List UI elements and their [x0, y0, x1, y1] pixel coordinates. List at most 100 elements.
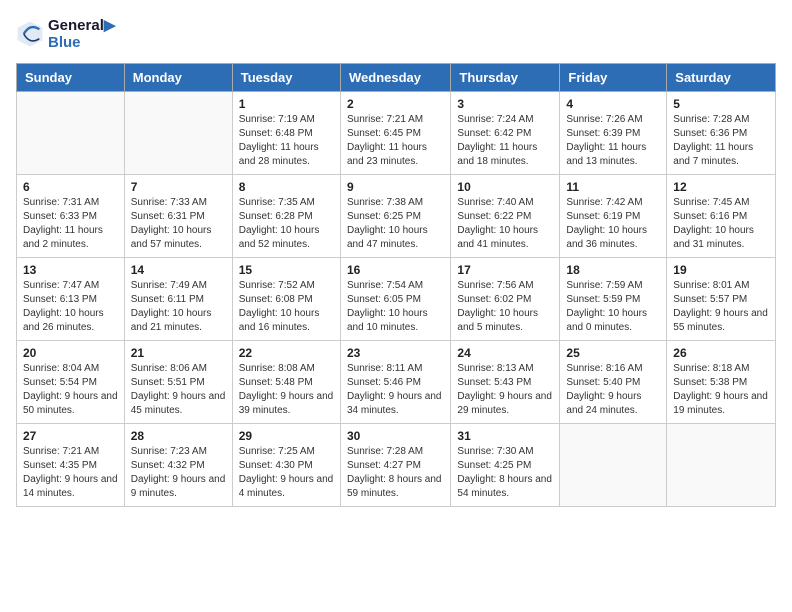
weekday-header-wednesday: Wednesday	[340, 64, 450, 92]
day-number: 31	[457, 429, 553, 443]
calendar-cell: 14 Sunrise: 7:49 AM Sunset: 6:11 PM Dayli…	[124, 258, 232, 341]
day-info: Sunrise: 8:06 AM Sunset: 5:51 PM Dayligh…	[131, 362, 226, 418]
calendar-cell: 29 Sunrise: 7:25 AM Sunset: 4:30 PM Dayli…	[232, 424, 340, 507]
day-number: 23	[347, 346, 444, 360]
day-info: Sunrise: 7:28 AM Sunset: 4:27 PM Dayligh…	[347, 445, 444, 501]
calendar-cell: 2 Sunrise: 7:21 AM Sunset: 6:45 PM Daylig…	[340, 92, 450, 175]
day-number: 3	[457, 97, 553, 111]
calendar-week-5: 27 Sunrise: 7:21 AM Sunset: 4:35 PM Dayli…	[17, 424, 776, 507]
day-number: 26	[673, 346, 769, 360]
calendar-cell: 24 Sunrise: 8:13 AM Sunset: 5:43 PM Dayli…	[451, 341, 560, 424]
day-info: Sunrise: 7:42 AM Sunset: 6:19 PM Dayligh…	[566, 196, 660, 252]
calendar-cell	[124, 92, 232, 175]
calendar-cell	[667, 424, 776, 507]
day-info: Sunrise: 8:08 AM Sunset: 5:48 PM Dayligh…	[239, 362, 334, 418]
day-number: 13	[23, 263, 118, 277]
calendar-cell: 26 Sunrise: 8:18 AM Sunset: 5:38 PM Dayli…	[667, 341, 776, 424]
calendar-cell: 12 Sunrise: 7:45 AM Sunset: 6:16 PM Dayli…	[667, 175, 776, 258]
day-info: Sunrise: 8:11 AM Sunset: 5:46 PM Dayligh…	[347, 362, 444, 418]
day-info: Sunrise: 7:25 AM Sunset: 4:30 PM Dayligh…	[239, 445, 334, 501]
day-info: Sunrise: 7:19 AM Sunset: 6:48 PM Dayligh…	[239, 113, 334, 169]
day-info: Sunrise: 8:18 AM Sunset: 5:38 PM Dayligh…	[673, 362, 769, 418]
logo-text: General▶ Blue	[48, 16, 115, 51]
day-number: 28	[131, 429, 226, 443]
day-number: 20	[23, 346, 118, 360]
day-info: Sunrise: 7:21 AM Sunset: 6:45 PM Dayligh…	[347, 113, 444, 169]
day-number: 2	[347, 97, 444, 111]
calendar-week-2: 6 Sunrise: 7:31 AM Sunset: 6:33 PM Daylig…	[17, 175, 776, 258]
day-info: Sunrise: 8:04 AM Sunset: 5:54 PM Dayligh…	[23, 362, 118, 418]
day-info: Sunrise: 7:54 AM Sunset: 6:05 PM Dayligh…	[347, 279, 444, 335]
day-number: 9	[347, 180, 444, 194]
day-info: Sunrise: 7:28 AM Sunset: 6:36 PM Dayligh…	[673, 113, 769, 169]
day-info: Sunrise: 7:23 AM Sunset: 4:32 PM Dayligh…	[131, 445, 226, 501]
calendar-cell: 22 Sunrise: 8:08 AM Sunset: 5:48 PM Dayli…	[232, 341, 340, 424]
day-info: Sunrise: 7:49 AM Sunset: 6:11 PM Dayligh…	[131, 279, 226, 335]
day-number: 7	[131, 180, 226, 194]
page-header: General▶ Blue	[16, 16, 776, 51]
day-info: Sunrise: 7:30 AM Sunset: 4:25 PM Dayligh…	[457, 445, 553, 501]
day-info: Sunrise: 8:16 AM Sunset: 5:40 PM Dayligh…	[566, 362, 660, 418]
weekday-header-monday: Monday	[124, 64, 232, 92]
day-number: 15	[239, 263, 334, 277]
weekday-header-saturday: Saturday	[667, 64, 776, 92]
calendar-cell: 18 Sunrise: 7:59 AM Sunset: 5:59 PM Dayli…	[560, 258, 667, 341]
day-number: 24	[457, 346, 553, 360]
day-info: Sunrise: 7:47 AM Sunset: 6:13 PM Dayligh…	[23, 279, 118, 335]
day-number: 14	[131, 263, 226, 277]
day-number: 19	[673, 263, 769, 277]
day-info: Sunrise: 8:13 AM Sunset: 5:43 PM Dayligh…	[457, 362, 553, 418]
logo: General▶ Blue	[16, 16, 115, 51]
calendar-cell: 31 Sunrise: 7:30 AM Sunset: 4:25 PM Dayli…	[451, 424, 560, 507]
day-info: Sunrise: 7:45 AM Sunset: 6:16 PM Dayligh…	[673, 196, 769, 252]
day-number: 10	[457, 180, 553, 194]
day-number: 8	[239, 180, 334, 194]
calendar-cell: 5 Sunrise: 7:28 AM Sunset: 6:36 PM Daylig…	[667, 92, 776, 175]
calendar-cell: 17 Sunrise: 7:56 AM Sunset: 6:02 PM Dayli…	[451, 258, 560, 341]
day-info: Sunrise: 7:26 AM Sunset: 6:39 PM Dayligh…	[566, 113, 660, 169]
weekday-header-row: SundayMondayTuesdayWednesdayThursdayFrid…	[17, 64, 776, 92]
calendar-cell: 7 Sunrise: 7:33 AM Sunset: 6:31 PM Daylig…	[124, 175, 232, 258]
day-info: Sunrise: 7:33 AM Sunset: 6:31 PM Dayligh…	[131, 196, 226, 252]
day-info: Sunrise: 7:59 AM Sunset: 5:59 PM Dayligh…	[566, 279, 660, 335]
day-number: 5	[673, 97, 769, 111]
day-number: 25	[566, 346, 660, 360]
day-info: Sunrise: 7:24 AM Sunset: 6:42 PM Dayligh…	[457, 113, 553, 169]
calendar-cell: 13 Sunrise: 7:47 AM Sunset: 6:13 PM Dayli…	[17, 258, 125, 341]
calendar-cell: 25 Sunrise: 8:16 AM Sunset: 5:40 PM Dayli…	[560, 341, 667, 424]
calendar-cell: 15 Sunrise: 7:52 AM Sunset: 6:08 PM Dayli…	[232, 258, 340, 341]
calendar-cell: 30Sunrise: 7:28 AM Sunset: 4:27 PM Dayli…	[340, 424, 450, 507]
logo-icon	[16, 20, 44, 48]
day-info: Sunrise: 7:35 AM Sunset: 6:28 PM Dayligh…	[239, 196, 334, 252]
day-info: Sunrise: 7:31 AM Sunset: 6:33 PM Dayligh…	[23, 196, 118, 252]
day-info: Sunrise: 7:40 AM Sunset: 6:22 PM Dayligh…	[457, 196, 553, 252]
calendar-cell: 28 Sunrise: 7:23 AM Sunset: 4:32 PM Dayli…	[124, 424, 232, 507]
calendar-cell: 21 Sunrise: 8:06 AM Sunset: 5:51 PM Dayli…	[124, 341, 232, 424]
day-number: 18	[566, 263, 660, 277]
day-number: 12	[673, 180, 769, 194]
calendar-cell: 8 Sunrise: 7:35 AM Sunset: 6:28 PM Daylig…	[232, 175, 340, 258]
calendar-week-4: 20 Sunrise: 8:04 AM Sunset: 5:54 PM Dayli…	[17, 341, 776, 424]
weekday-header-sunday: Sunday	[17, 64, 125, 92]
day-info: Sunrise: 7:21 AM Sunset: 4:35 PM Dayligh…	[23, 445, 118, 501]
weekday-header-tuesday: Tuesday	[232, 64, 340, 92]
calendar-table: SundayMondayTuesdayWednesdayThursdayFrid…	[16, 63, 776, 507]
day-number: 21	[131, 346, 226, 360]
day-number: 29	[239, 429, 334, 443]
calendar-cell: 3 Sunrise: 7:24 AM Sunset: 6:42 PM Daylig…	[451, 92, 560, 175]
day-number: 11	[566, 180, 660, 194]
day-number: 17	[457, 263, 553, 277]
calendar-cell: 9 Sunrise: 7:38 AM Sunset: 6:25 PM Daylig…	[340, 175, 450, 258]
day-number: 1	[239, 97, 334, 111]
day-number: 4	[566, 97, 660, 111]
day-number: 6	[23, 180, 118, 194]
day-info: Sunrise: 7:38 AM Sunset: 6:25 PM Dayligh…	[347, 196, 444, 252]
day-info: Sunrise: 7:56 AM Sunset: 6:02 PM Dayligh…	[457, 279, 553, 335]
day-number: 16	[347, 263, 444, 277]
day-number: 22	[239, 346, 334, 360]
calendar-cell: 16 Sunrise: 7:54 AM Sunset: 6:05 PM Dayli…	[340, 258, 450, 341]
calendar-cell: 20 Sunrise: 8:04 AM Sunset: 5:54 PM Dayli…	[17, 341, 125, 424]
day-info: Sunrise: 7:52 AM Sunset: 6:08 PM Dayligh…	[239, 279, 334, 335]
day-number: 27	[23, 429, 118, 443]
day-info: Sunrise: 8:01 AM Sunset: 5:57 PM Dayligh…	[673, 279, 769, 335]
